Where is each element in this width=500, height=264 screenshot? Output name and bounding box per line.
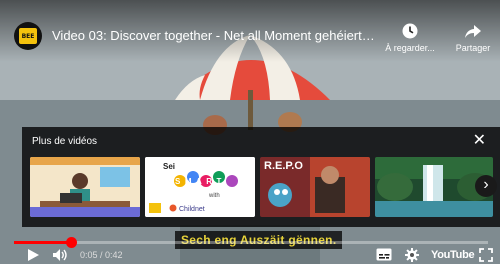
control-bar: 0:05 / 0:42 YouTube [0, 247, 500, 264]
thumb2-line1: Sei [163, 162, 175, 171]
close-icon[interactable]: ✕ [473, 133, 486, 149]
progress-played [14, 241, 71, 244]
play-icon[interactable] [26, 248, 40, 262]
volume-icon[interactable] [52, 248, 68, 262]
more-videos-title: Plus de vidéos [32, 136, 98, 147]
fullscreen-icon[interactable] [479, 248, 493, 262]
top-bar: BEE Video 03: Discover together - Net al… [0, 0, 500, 62]
video-title[interactable]: Video 03: Discover together - Net all Mo… [52, 28, 377, 43]
more-videos-panel: Plus de vidéos ✕ Sei SMART with Childnet… [22, 127, 500, 227]
thumbnail-1-image [30, 157, 140, 217]
thumbnail-2[interactable]: Sei SMART with Childnet [145, 157, 255, 217]
thumb2-line2: SMART [175, 177, 226, 186]
thumb3-text: R.E.P.O [264, 160, 303, 172]
video-player[interactable]: BEE Video 03: Discover together - Net al… [0, 0, 500, 264]
progress-bar[interactable] [14, 237, 488, 248]
settings-icon[interactable] [405, 248, 419, 262]
channel-logo-text: BEE [19, 28, 37, 44]
thumbnail-3-image: R.E.P.O [260, 157, 370, 217]
channel-logo[interactable]: BEE [14, 22, 42, 50]
subtitles-icon[interactable] [376, 248, 392, 261]
watch-later-button[interactable]: À regarder... [380, 22, 440, 53]
thumbnail-3[interactable]: R.E.P.O [260, 157, 370, 217]
share-label: Partager [455, 43, 491, 53]
thumb2-line4: Childnet [179, 206, 205, 213]
share-button[interactable]: Partager [448, 22, 498, 53]
clock-icon [402, 23, 418, 39]
thumb2-line3: with [208, 193, 220, 199]
youtube-logo[interactable]: YouTube [431, 249, 475, 261]
time-display: 0:05 / 0:42 [80, 250, 123, 260]
watch-later-label: À regarder... [385, 43, 435, 53]
share-icon [465, 25, 481, 38]
thumbnail-2-image: Sei SMART with Childnet [145, 157, 255, 217]
thumbnail-1[interactable] [30, 157, 140, 217]
chevron-right-icon[interactable]: › [475, 175, 497, 197]
